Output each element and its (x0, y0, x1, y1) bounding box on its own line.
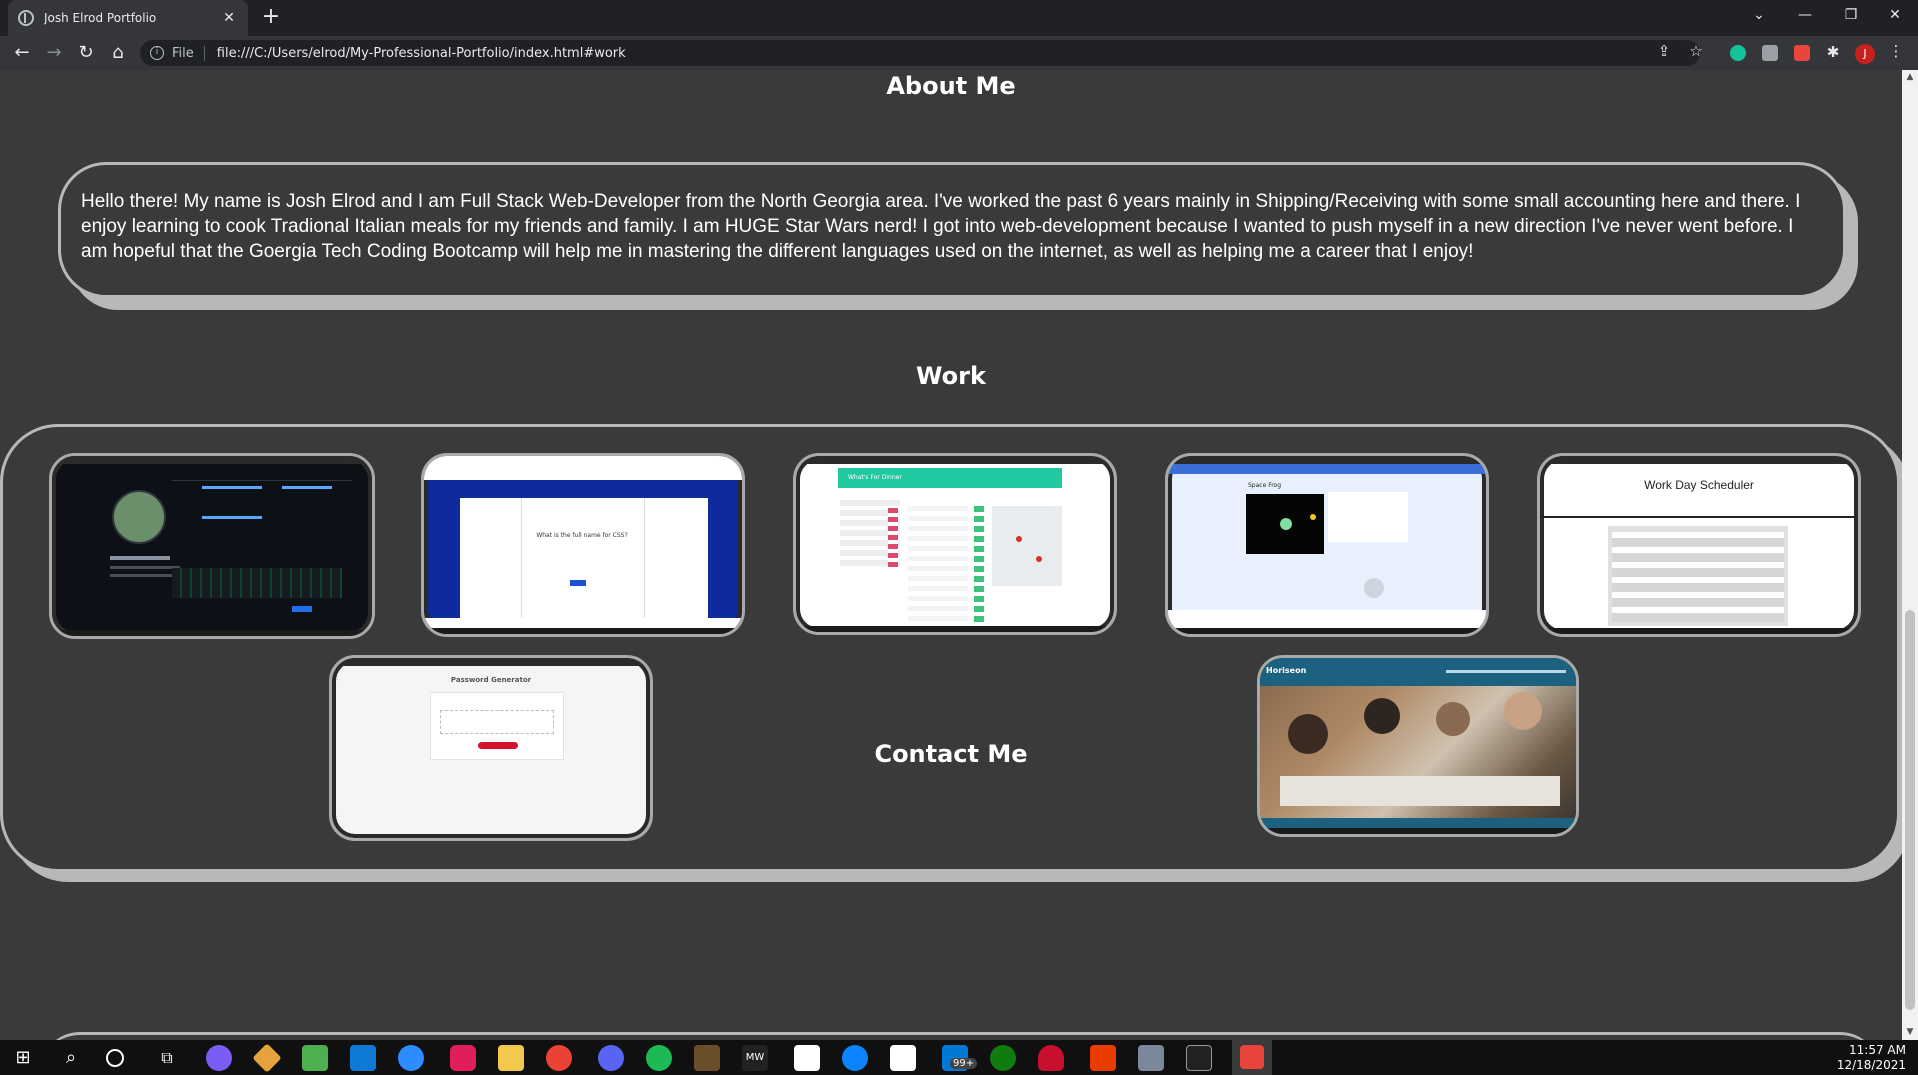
about-heading: About Me (886, 72, 1016, 100)
about-text: Hello there! My name is Josh Elrod and I… (81, 191, 1801, 262)
close-tab-icon[interactable]: ✕ (220, 10, 238, 26)
horiseon-logo: Horiseon (1266, 666, 1307, 675)
clock-date: 12/18/2021 (1836, 1058, 1906, 1072)
mw-app-icon[interactable]: MW (742, 1045, 768, 1071)
scroll-down-arrow[interactable]: ▼ (1904, 1027, 1916, 1039)
profile-avatar[interactable]: J (1855, 44, 1875, 64)
work-heading: Work (916, 362, 986, 390)
search-icon[interactable]: ⌕ (58, 1045, 84, 1071)
recorder-extension-icon[interactable] (1794, 45, 1810, 61)
project-card-whats-for-dinner[interactable]: What's For Dinner (793, 453, 1117, 635)
minecraft-icon[interactable] (694, 1045, 720, 1071)
forward-icon[interactable]: → (42, 41, 66, 65)
grammarly-extension-icon[interactable] (1730, 45, 1746, 61)
windows-taskbar: ⊞ ⌕ ⧉ MW 99+ 11:57 AM 12/18/2021 (0, 1040, 1918, 1075)
address-bar[interactable]: i File file:///C:/Users/elrod/My-Profess… (140, 40, 1700, 66)
store-icon[interactable] (890, 1045, 916, 1071)
terminal-icon[interactable] (1186, 1045, 1212, 1071)
browser-tab[interactable]: Josh Elrod Portfolio ✕ (8, 0, 248, 36)
reload-icon[interactable]: ↻ (74, 41, 98, 65)
quiz-question: What is the full name for CSS? (536, 532, 628, 539)
mail-badge: 99+ (950, 1058, 978, 1069)
scroll-up-arrow[interactable]: ▲ (1904, 72, 1916, 84)
chrome-icon[interactable] (546, 1045, 572, 1071)
share-icon[interactable]: ⇪ (1654, 41, 1674, 61)
zoom-icon[interactable] (398, 1045, 424, 1071)
nodejs-icon[interactable] (302, 1045, 328, 1071)
scrollbar-thumb[interactable] (1905, 610, 1915, 1010)
minimize-button[interactable]: — (1782, 0, 1828, 30)
sourcetree-icon[interactable] (252, 1043, 282, 1073)
profile-photo (112, 490, 166, 544)
red-app-icon[interactable] (1038, 1045, 1064, 1071)
project-card-github-profile[interactable] (49, 453, 375, 639)
restore-button[interactable]: ❐ (1828, 0, 1874, 30)
password-generator-title: Password Generator (450, 676, 532, 684)
spotify-icon[interactable] (646, 1045, 672, 1071)
back-icon[interactable]: ← (10, 41, 34, 65)
task-view-icon[interactable]: ⧉ (154, 1045, 180, 1071)
active-app-slot[interactable] (1232, 1040, 1272, 1075)
about-card: Hello there! My name is Josh Elrod and I… (58, 162, 1846, 298)
dinner-title: What's For Dinner (838, 468, 1062, 488)
home-icon[interactable]: ⌂ (106, 41, 130, 65)
tab-search-icon[interactable]: ⌄ (1736, 0, 1782, 30)
page-viewport: About Me Hello there! My name is Josh El… (0, 70, 1902, 1040)
project-card-work-day-scheduler[interactable]: Work Day Scheduler (1537, 453, 1861, 637)
browser-toolbar: ← → ↻ ⌂ i File file:///C:/Users/elrod/My… (0, 36, 1918, 70)
info-icon[interactable]: i (150, 46, 164, 60)
contact-card-edge (40, 1032, 1880, 1040)
extension-icon[interactable] (1762, 45, 1778, 61)
address-scheme: File (172, 45, 205, 61)
file-explorer-icon[interactable] (498, 1045, 524, 1071)
cortana-icon[interactable] (106, 1049, 124, 1067)
browser-tab-bar: Josh Elrod Portfolio ✕ + ⌄ — ❐ ✕ (0, 0, 1918, 36)
close-window-button[interactable]: ✕ (1872, 0, 1918, 30)
windows-start-icon[interactable]: ⊞ (10, 1045, 36, 1071)
address-url[interactable]: file:///C:/Users/elrod/My-Professional-P… (217, 46, 626, 61)
globe-icon (18, 10, 34, 26)
tab-title: Josh Elrod Portfolio (44, 11, 157, 25)
project-card-space-frog[interactable]: Space Frog (1165, 453, 1489, 637)
slack-icon[interactable] (450, 1045, 476, 1071)
bookmark-star-icon[interactable]: ☆ (1686, 41, 1706, 61)
project-card-code-quiz[interactable]: What is the full name for CSS? (421, 453, 745, 637)
vscode-icon[interactable] (350, 1045, 376, 1071)
app-icon-purple[interactable] (206, 1045, 232, 1071)
notepad-icon[interactable] (794, 1045, 820, 1071)
office-icon[interactable] (1090, 1045, 1116, 1071)
new-tab-button[interactable]: + (258, 4, 284, 30)
discord-icon[interactable] (598, 1045, 624, 1071)
puzzle-extensions-icon[interactable]: ✱ (1823, 42, 1843, 62)
contact-heading: Contact Me (874, 740, 1028, 768)
edge-icon[interactable] (842, 1045, 868, 1071)
clock-time: 11:57 AM (1849, 1043, 1906, 1057)
menu-kebab-icon[interactable]: ⋮ (1886, 41, 1906, 61)
system-clock[interactable]: 11:57 AM 12/18/2021 (1837, 1043, 1906, 1073)
xbox-icon[interactable] (990, 1045, 1016, 1071)
work-gallery: What is the full name for CSS? What's Fo… (0, 424, 1900, 872)
space-frog-title: Space Frog (1248, 482, 1282, 489)
calculator-icon[interactable] (1138, 1045, 1164, 1071)
scheduler-title: Work Day Scheduler (1644, 478, 1754, 492)
screenshot-tool-icon (1240, 1045, 1264, 1069)
